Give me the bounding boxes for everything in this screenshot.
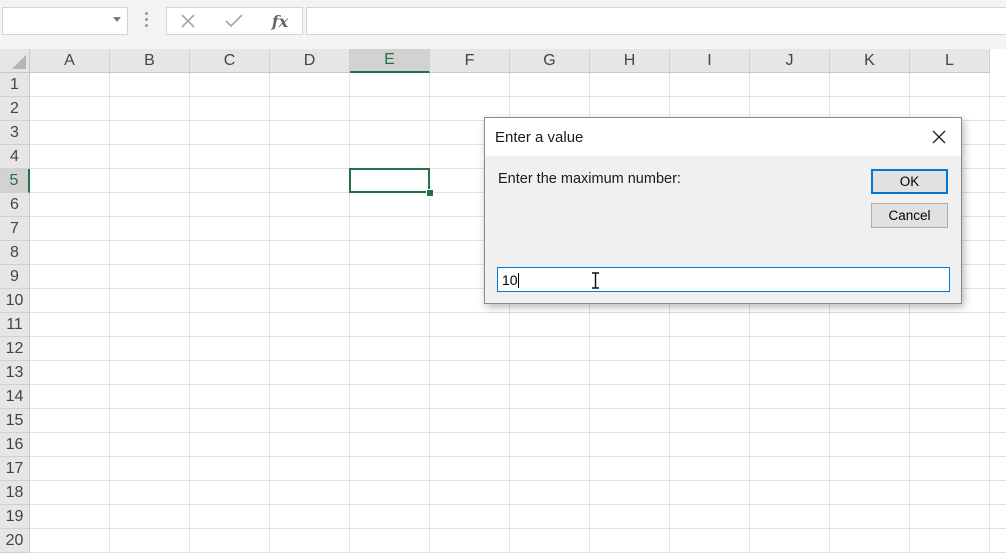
gridline-vertical [269, 73, 270, 554]
fx-label: fx [271, 11, 289, 31]
gridline-horizontal [30, 528, 1006, 529]
enter-check-icon[interactable] [219, 8, 249, 34]
row-header-3[interactable]: 3 [0, 121, 30, 145]
dialog-titlebar[interactable]: Enter a value [485, 118, 961, 156]
text-caret [517, 273, 519, 288]
row-header-5[interactable]: 5 [0, 169, 30, 193]
gridline-horizontal [30, 96, 1006, 97]
gridline-horizontal [30, 456, 1006, 457]
select-all-button[interactable] [0, 49, 30, 73]
row-header-6[interactable]: 6 [0, 193, 30, 217]
gridline-horizontal [30, 432, 1006, 433]
row-header-9[interactable]: 9 [0, 265, 30, 289]
cancel-button[interactable]: Cancel [871, 203, 948, 228]
row-header-10[interactable]: 10 [0, 289, 30, 313]
column-header-i[interactable]: I [670, 49, 750, 73]
gridline-vertical [189, 73, 190, 554]
column-header-k[interactable]: K [830, 49, 910, 73]
formula-buttons: fx [166, 7, 303, 35]
gridline-horizontal [30, 552, 1006, 553]
chevron-down-icon[interactable] [113, 17, 121, 22]
gridline-horizontal [30, 480, 1006, 481]
row-header-19[interactable]: 19 [0, 505, 30, 529]
row-header-1[interactable]: 1 [0, 73, 30, 97]
row-header-12[interactable]: 12 [0, 337, 30, 361]
value-input[interactable]: 10 [497, 267, 950, 292]
ibeam-cursor-icon [591, 272, 600, 294]
gridline-horizontal [30, 360, 1006, 361]
gridline-horizontal [30, 312, 1006, 313]
row-header-8[interactable]: 8 [0, 241, 30, 265]
column-header-f[interactable]: F [430, 49, 510, 73]
dialog-prompt: Enter the maximum number: [498, 171, 681, 187]
column-header-b[interactable]: B [110, 49, 190, 73]
gridline-horizontal [30, 408, 1006, 409]
column-header-l[interactable]: L [910, 49, 990, 73]
row-header-7[interactable]: 7 [0, 217, 30, 241]
formula-bar: fx [0, 0, 1006, 49]
gridline-vertical [109, 73, 110, 554]
row-header-16[interactable]: 16 [0, 433, 30, 457]
ok-button-label: OK [899, 174, 920, 189]
fill-handle[interactable] [426, 189, 434, 197]
gridline-horizontal [30, 504, 1006, 505]
close-icon[interactable] [917, 118, 961, 156]
gridline-horizontal [30, 384, 1006, 385]
column-header-h[interactable]: H [590, 49, 670, 73]
select-all-icon [12, 55, 26, 69]
formula-input[interactable] [306, 7, 1006, 35]
gridline-vertical [429, 73, 430, 554]
column-header-a[interactable]: A [30, 49, 110, 73]
column-header-d[interactable]: D [270, 49, 350, 73]
row-header-15[interactable]: 15 [0, 409, 30, 433]
cancel-button-label: Cancel [888, 208, 931, 223]
column-header-g[interactable]: G [510, 49, 590, 73]
name-box[interactable] [2, 7, 128, 35]
gridline-vertical [989, 73, 990, 554]
row-header-2[interactable]: 2 [0, 97, 30, 121]
column-header-j[interactable]: J [750, 49, 830, 73]
row-header-11[interactable]: 11 [0, 313, 30, 337]
gridline-horizontal [30, 336, 1006, 337]
gridline-vertical [349, 73, 350, 554]
row-header-14[interactable]: 14 [0, 385, 30, 409]
active-cell-e5[interactable] [349, 168, 430, 193]
column-header-c[interactable]: C [190, 49, 270, 73]
row-header-17[interactable]: 17 [0, 457, 30, 481]
fx-icon[interactable]: fx [265, 8, 295, 34]
grip-icon[interactable] [145, 12, 149, 30]
cancel-x-icon[interactable] [173, 8, 203, 34]
row-header-4[interactable]: 4 [0, 145, 30, 169]
column-header-e[interactable]: E [350, 49, 430, 73]
row-header-20[interactable]: 20 [0, 529, 30, 553]
ok-button[interactable]: OK [871, 169, 948, 194]
dialog-title: Enter a value [495, 129, 584, 146]
row-header-13[interactable]: 13 [0, 361, 30, 385]
value-input-text: 10 [502, 272, 518, 288]
input-dialog: Enter a value Enter the maximum number: … [484, 117, 962, 304]
row-header-18[interactable]: 18 [0, 481, 30, 505]
